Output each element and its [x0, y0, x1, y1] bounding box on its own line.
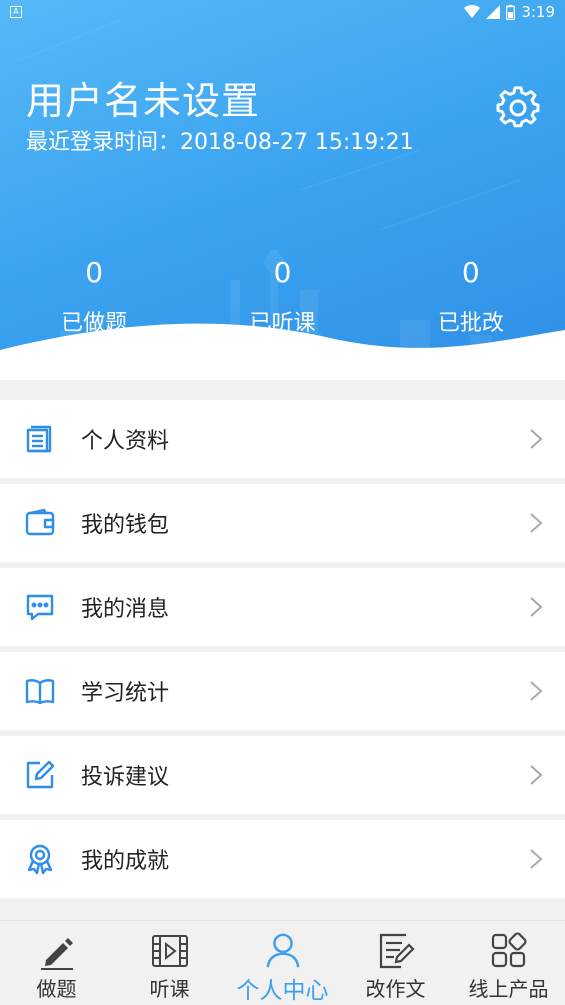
- tab-label: 线上产品: [468, 977, 549, 1001]
- chevron-right-icon: [530, 513, 543, 533]
- menu-list: 个人资料 我的钱包 我的消息 学习统计 投诉建议 我的成就: [0, 400, 565, 904]
- stat-listened-lessons[interactable]: 0 已听课: [188, 255, 376, 337]
- document-icon: [23, 422, 57, 456]
- menu-item-label: 我的钱包: [81, 513, 170, 538]
- stats-row: 0 已做题 0 已听课 0 已批改: [0, 255, 565, 337]
- menu-item-feedback[interactable]: 投诉建议: [0, 736, 565, 814]
- gear-icon[interactable]: [496, 86, 540, 130]
- battery-icon: [506, 4, 516, 20]
- tab-personal-center[interactable]: 个人中心: [226, 921, 339, 1005]
- tab-online-products[interactable]: 线上产品: [452, 921, 565, 1005]
- stat-value: 0: [85, 256, 104, 289]
- stat-label: 已做题: [61, 311, 128, 336]
- menu-item-label: 个人资料: [81, 429, 170, 454]
- menu-item-label: 我的成就: [81, 849, 170, 874]
- message-icon: [23, 590, 57, 624]
- stat-label: 已听课: [249, 311, 316, 336]
- stat-value: 0: [273, 256, 292, 289]
- chevron-right-icon: [530, 765, 543, 785]
- stat-corrected[interactable]: 0 已批改: [377, 255, 565, 337]
- clock: 3:19: [521, 3, 555, 21]
- menu-item-wallet[interactable]: 我的钱包: [0, 484, 565, 562]
- chevron-right-icon: [530, 849, 543, 869]
- tab-lessons[interactable]: 听课: [113, 921, 226, 1005]
- grid-icon: [491, 932, 527, 968]
- menu-item-label: 投诉建议: [81, 765, 170, 790]
- menu-item-messages[interactable]: 我的消息: [0, 568, 565, 646]
- menu-item-label: 学习统计: [81, 681, 170, 706]
- stat-label: 已批改: [437, 311, 504, 336]
- pencil-icon: [40, 938, 73, 970]
- status-bar: A 3:19: [0, 0, 565, 24]
- wallet-icon: [23, 506, 57, 540]
- chevron-right-icon: [530, 681, 543, 701]
- signal-icon: [486, 5, 501, 19]
- video-icon: [151, 935, 188, 967]
- person-icon: [266, 933, 299, 968]
- username[interactable]: 用户名未设置: [26, 70, 260, 125]
- tab-label: 改作文: [365, 977, 426, 1001]
- tab-label: 做题: [36, 977, 77, 1001]
- book-icon: [23, 674, 57, 708]
- chevron-right-icon: [530, 429, 543, 449]
- menu-item-profile[interactable]: 个人资料: [0, 400, 565, 478]
- stat-value: 0: [461, 256, 480, 289]
- bottom-tab-bar: 做题 听课 个人中心 改作文 线上产品: [0, 920, 565, 1005]
- menu-item-label: 我的消息: [81, 597, 170, 622]
- medal-icon: [23, 842, 57, 876]
- chevron-right-icon: [530, 597, 543, 617]
- last-login-time: 最近登录时间：2018-08-27 15:19:21: [26, 130, 414, 155]
- essay-icon: [379, 933, 415, 969]
- menu-item-study-stats[interactable]: 学习统计: [0, 652, 565, 730]
- stat-done-questions[interactable]: 0 已做题: [0, 255, 188, 337]
- notification-icon: A: [10, 6, 22, 18]
- tab-label: 个人中心: [236, 978, 329, 1004]
- menu-item-achievements[interactable]: 我的成就: [0, 820, 565, 898]
- tab-practice[interactable]: 做题: [0, 921, 113, 1005]
- tab-essay-correction[interactable]: 改作文: [339, 921, 452, 1005]
- tab-label: 听课: [149, 977, 190, 1001]
- wifi-icon: [464, 5, 481, 18]
- edit-icon: [23, 758, 57, 792]
